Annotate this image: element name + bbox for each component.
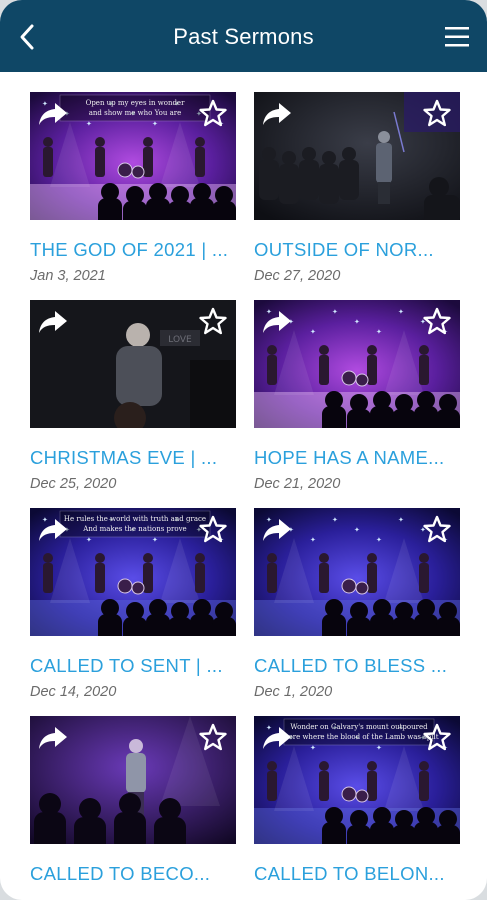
share-icon[interactable] [260,724,294,752]
svg-text:✦: ✦ [332,516,338,524]
sermon-title[interactable]: CHRISTMAS EVE | ... [30,447,236,469]
sermon-title[interactable]: CALLED TO SENT | ... [30,655,236,677]
page-title: Past Sermons [173,24,314,49]
menu-button[interactable] [443,24,471,50]
sermon-date: Dec 25, 2020 [30,476,117,492]
favorite-star-icon[interactable] [422,514,452,544]
svg-text:Wonder on Calvary's mount outp: Wonder on Calvary's mount outpoured [290,723,428,731]
sermon-thumbnail[interactable]: LOVE [30,300,236,428]
svg-text:✦: ✦ [354,318,360,326]
share-icon[interactable] [36,308,70,336]
sermon-date: Dec 1, 2020 [254,684,333,700]
svg-text:There where the blood of the L: There where the blood of the Lamb was sp… [279,733,438,741]
favorite-star-icon[interactable] [422,98,452,128]
app-screen: Past Sermons ✦ ✦ ✦ ✦ ✦ ✦ ✦ ✦ ✦ Open up my eyes in… [0,0,487,900]
sermon-card[interactable]: ✦ ✦ ✦ ✦ ✦ ✦ ✦ ✦ ✦ Wonder on Calvary's mount outpo… [254,716,460,900]
svg-text:✦: ✦ [398,516,404,524]
favorite-star-icon[interactable] [198,514,228,544]
sermon-thumbnail[interactable]: ✦ ✦ ✦ ✦ ✦ ✦ ✦ ✦ ✦ He rules the world with truth a… [30,508,236,636]
sermon-card[interactable]: ✦ ✦ ✦ ✦ ✦ ✦ ✦ ✦ ✦ Open up my eyes in wonder and sh… [30,92,236,300]
svg-text:✦: ✦ [398,308,404,316]
share-icon[interactable] [36,516,70,544]
sermon-card[interactable]: ✦ ✦ ✦ ✦ ✦ ✦ ✦ ✦ ✦ CALLED TO BLESS ... Dec 1, 202… [254,508,460,716]
favorite-star-icon[interactable] [198,98,228,128]
share-icon[interactable] [260,308,294,336]
sermon-card[interactable]: ✦ ✦ ✦ ✦ ✦ ✦ ✦ ✦ ✦ He rules the world with truth a… [30,508,236,716]
sermon-thumbnail[interactable]: ✦ ✦ ✦ ✦ ✦ ✦ ✦ ✦ ✦ [254,300,460,428]
sermon-thumbnail[interactable] [254,92,460,220]
favorite-star-icon[interactable] [198,306,228,336]
svg-text:Open up my eyes in wonder: Open up my eyes in wonder [86,99,185,107]
favorite-star-icon[interactable] [198,722,228,752]
back-button[interactable] [14,20,40,54]
sermon-thumbnail[interactable]: ✦ ✦ ✦ ✦ ✦ ✦ ✦ ✦ ✦ [254,508,460,636]
sermon-date: Dec 14, 2020 [30,684,117,700]
svg-text:and show me who You are: and show me who You are [89,109,182,117]
share-icon[interactable] [36,724,70,752]
share-icon[interactable] [260,100,294,128]
sermon-thumbnail[interactable]: ✦ ✦ ✦ ✦ ✦ ✦ ✦ ✦ ✦ Open up my eyes in wonder and sh… [30,92,236,220]
sermon-thumbnail[interactable]: ✦ ✦ ✦ ✦ ✦ ✦ ✦ ✦ ✦ Wonder on Calvary's mount outpo… [254,716,460,844]
svg-text:✦: ✦ [376,328,382,336]
sermon-date: Dec 21, 2020 [254,476,341,492]
sermon-title[interactable]: THE GOD OF 2021 | ... [30,239,236,261]
svg-text:LOVE: LOVE [168,335,192,345]
favorite-star-icon[interactable] [422,722,452,752]
chevron-left-icon [20,24,34,50]
app-header: Past Sermons [0,0,487,72]
sermon-date: Jan 3, 2021 [30,268,106,284]
sermon-title[interactable]: CALLED TO BELON... [254,863,460,885]
svg-text:✦: ✦ [332,308,338,316]
svg-text:✦: ✦ [354,526,360,534]
sermon-card[interactable]: CALLED TO BECO... [30,716,236,900]
sermon-title[interactable]: CALLED TO BECO... [30,863,236,885]
sermon-card[interactable]: LOVE CHRISTMAS EVE | ... Dec 25, 2020 [30,300,236,508]
sermon-card[interactable]: OUTSIDE OF NOR... Dec 27, 2020 [254,92,460,300]
svg-text:And makes the nations prove: And makes the nations prove [82,525,186,533]
sermon-card[interactable]: ✦ ✦ ✦ ✦ ✦ ✦ ✦ ✦ ✦ HOPE HAS A NAME... Dec 21, 202… [254,300,460,508]
favorite-star-icon[interactable] [422,306,452,336]
svg-text:He rules the world with truth: He rules the world with truth and grace [64,515,206,523]
hamburger-menu-icon [445,27,469,47]
sermon-grid: ✦ ✦ ✦ ✦ ✦ ✦ ✦ ✦ ✦ Open up my eyes in wonder and sh… [30,92,460,900]
sermon-thumbnail[interactable] [30,716,236,844]
sermon-title[interactable]: CALLED TO BLESS ... [254,655,460,677]
sermon-title[interactable]: OUTSIDE OF NOR... [254,239,460,261]
sermon-title[interactable]: HOPE HAS A NAME... [254,447,460,469]
svg-text:✦: ✦ [376,536,382,544]
sermon-date: Dec 27, 2020 [254,268,341,284]
share-icon[interactable] [36,100,70,128]
svg-text:✦: ✦ [310,328,316,336]
svg-text:✦: ✦ [310,536,316,544]
share-icon[interactable] [260,516,294,544]
